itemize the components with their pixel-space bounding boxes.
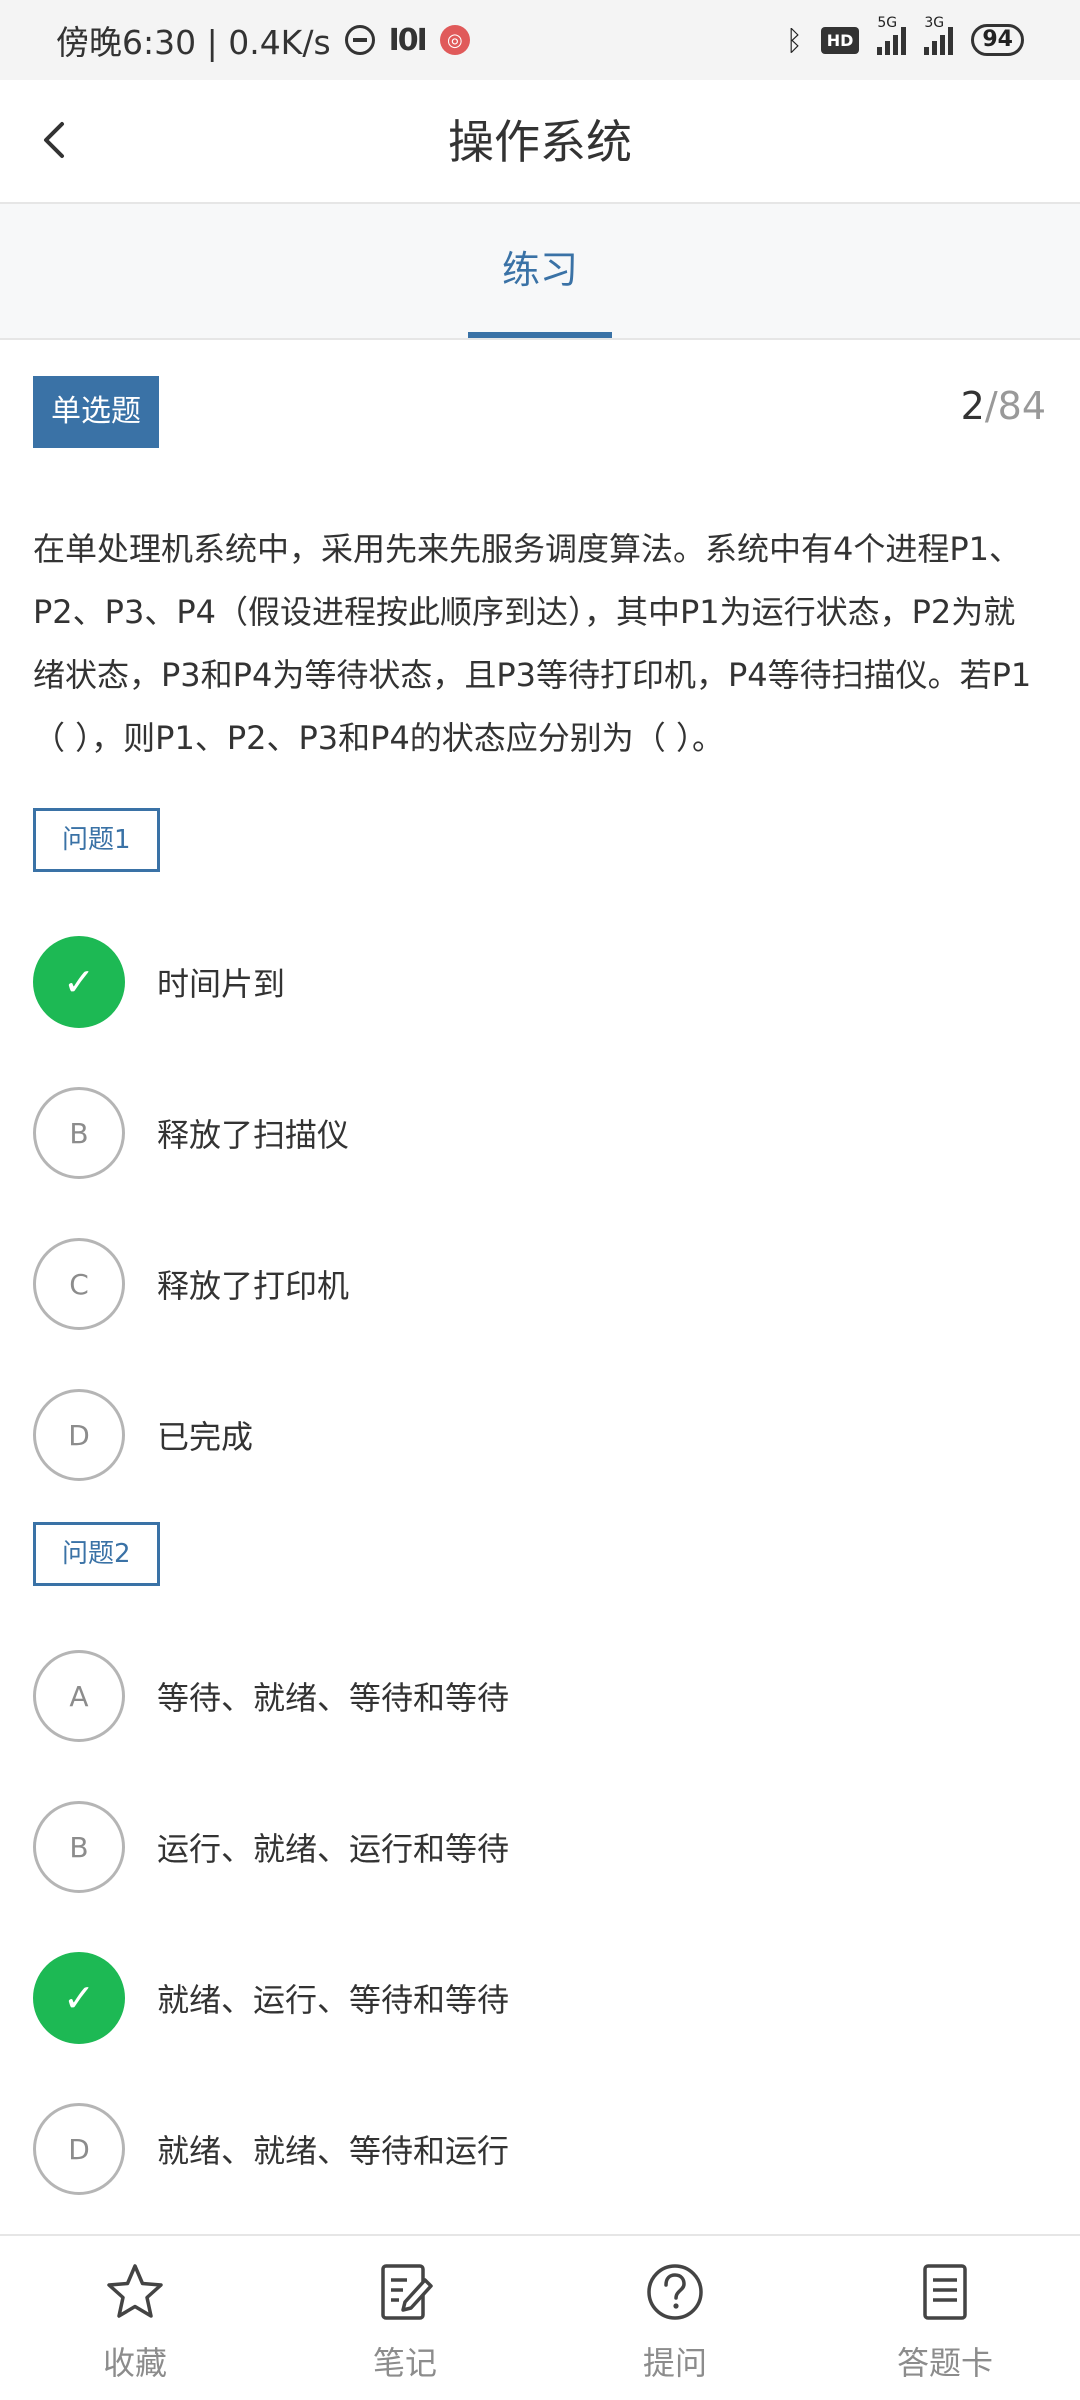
- check-icon: ✓: [33, 936, 125, 1028]
- app-header: 操作系统: [0, 80, 1080, 204]
- option-letter: A: [33, 1650, 125, 1742]
- answer-card-label: 答题卡: [896, 2344, 993, 2382]
- option-text: 已完成: [157, 1418, 254, 1456]
- app-notification-icon: ◎: [439, 25, 470, 55]
- check-icon: ✓: [33, 1952, 125, 2044]
- q1-option-a[interactable]: ✓ 时间片到: [33, 934, 1033, 1030]
- note-icon: [381, 2264, 433, 2320]
- total-questions: /84: [984, 384, 1046, 428]
- question-type-badge: 单选题: [33, 376, 159, 448]
- q2-option-c[interactable]: ✓ 就绪、运行、等待和等待: [33, 1950, 1033, 2046]
- hd-icon: HD: [820, 26, 860, 54]
- status-time: 傍晚6:30 | 0.4K/s: [56, 23, 331, 62]
- option-text: 运行、就绪、运行和等待: [157, 1830, 510, 1868]
- sub-question-label-1: 问题1: [33, 808, 160, 872]
- q1-option-b[interactable]: B 释放了扫描仪: [33, 1085, 1033, 1181]
- answer-card-button[interactable]: 答题卡: [810, 2236, 1080, 2400]
- favorite-label: 收藏: [102, 2344, 167, 2382]
- question-stem: 在单处理机系统中，采用先来先服务调度算法。系统中有4个进程P1、P2、P3、P4…: [33, 530, 1032, 757]
- signal-3g-icon: 3G: [924, 15, 954, 55]
- signal-5g-icon: 5G: [877, 15, 907, 55]
- battery-indicator: 94: [971, 24, 1024, 56]
- answer-card-icon: [923, 2264, 967, 2320]
- page-title: 操作系统: [448, 115, 632, 169]
- q2-option-b[interactable]: B 运行、就绪、运行和等待: [33, 1799, 1033, 1895]
- option-letter: B: [33, 1087, 125, 1179]
- tab-label: 练习: [501, 248, 578, 292]
- current-question-number: 2: [960, 384, 985, 428]
- vibrate-icon: Ⅰ0Ⅰ: [388, 22, 428, 58]
- option-text: 就绪、运行、等待和等待: [157, 1981, 510, 2019]
- q1-option-c[interactable]: C 释放了打印机: [33, 1236, 1033, 1332]
- option-letter: D: [33, 1389, 125, 1481]
- option-text: 释放了扫描仪: [157, 1116, 350, 1154]
- do-not-disturb-icon: [344, 25, 375, 55]
- question-icon: [647, 2264, 703, 2320]
- option-text: 时间片到: [157, 965, 286, 1003]
- notes-button[interactable]: 笔记: [270, 2236, 540, 2400]
- bottom-toolbar: 收藏 笔记 提问 答题卡: [0, 2234, 1080, 2400]
- favorite-button[interactable]: 收藏: [0, 2236, 270, 2400]
- option-letter: B: [33, 1801, 125, 1893]
- question-counter: 2/84: [961, 384, 1046, 428]
- option-text: 释放了打印机: [157, 1267, 350, 1305]
- notes-label: 笔记: [372, 2344, 437, 2382]
- status-bar: 傍晚6:30 | 0.4K/s Ⅰ0Ⅰ ◎ ᛒ HD 5G 3G 94: [0, 0, 1080, 80]
- tab-indicator: [468, 332, 612, 338]
- tab-bar: 练习: [0, 204, 1080, 340]
- star-icon: [107, 2264, 163, 2318]
- bluetooth-icon: ᛒ: [785, 23, 803, 57]
- tab-practice[interactable]: 练习: [468, 204, 612, 338]
- q1-option-d[interactable]: D 已完成: [33, 1387, 1033, 1483]
- option-text: 就绪、就绪、等待和运行: [157, 2132, 510, 2170]
- sub-question-label-2: 问题2: [33, 1522, 160, 1586]
- q2-option-d[interactable]: D 就绪、就绪、等待和运行: [33, 2101, 1033, 2197]
- option-letter: C: [33, 1238, 125, 1330]
- ask-button[interactable]: 提问: [540, 2236, 810, 2400]
- q2-option-a[interactable]: A 等待、就绪、等待和等待: [33, 1648, 1033, 1744]
- ask-label: 提问: [642, 2344, 707, 2382]
- option-letter: D: [33, 2103, 125, 2195]
- option-text: 等待、就绪、等待和等待: [157, 1679, 510, 1717]
